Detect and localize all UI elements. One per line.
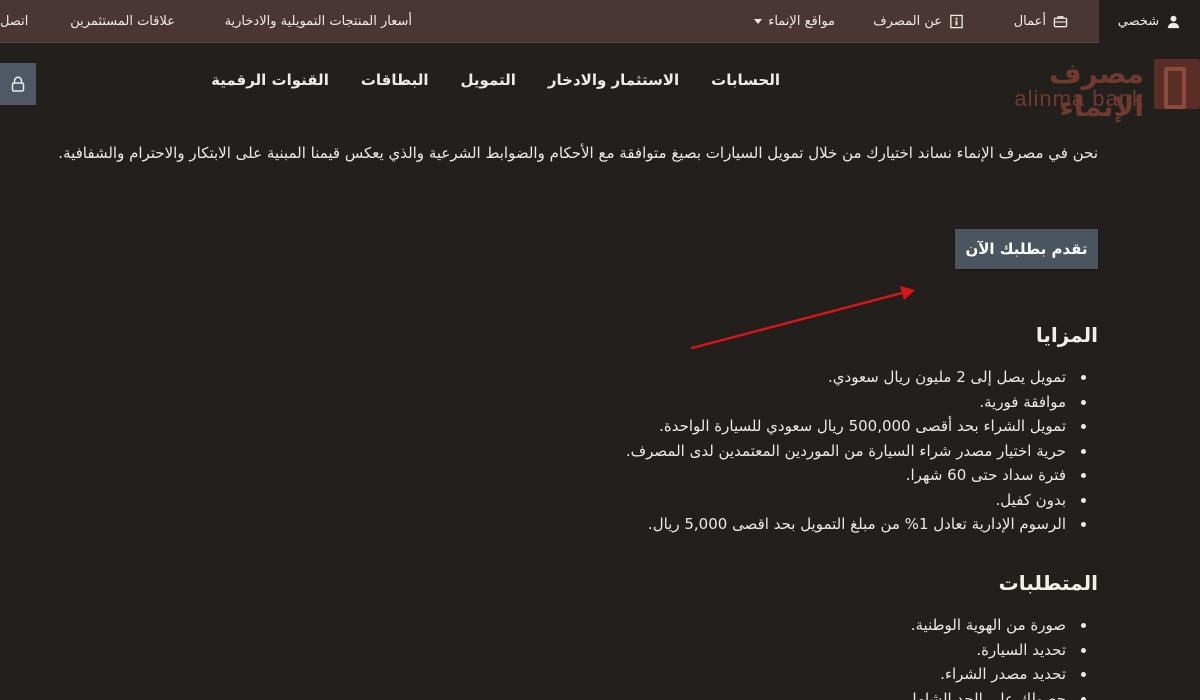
top-link-prices[interactable]: أسعار المنتجات التمويلية والادخارية [225, 0, 412, 42]
top-link-contact-label: اتصل [0, 13, 29, 29]
main-nav: الحسابات الاستثمار والادخار التمويل البط… [211, 71, 780, 89]
top-link-about-label: عن المصرف [873, 13, 942, 29]
requirements-heading: المتطلبات [998, 571, 1098, 595]
top-link-personal-label: شخصي [1117, 14, 1160, 29]
nav-item-digital-channels[interactable]: القنوات الرقمية [211, 71, 329, 89]
list-item: تحديد مصدر الشراء. [901, 662, 1087, 687]
intro-paragraph: نحن في مصرف الإنماء نساند اختيارك من خلا… [58, 144, 1098, 162]
red-arrow-annotation [690, 286, 915, 350]
lock-icon [11, 76, 25, 92]
list-item: فترة سداد حتى 60 شهرا. [626, 463, 1087, 488]
top-link-personal[interactable]: شخصي [1099, 0, 1200, 43]
nav-item-accounts[interactable]: الحسابات [711, 71, 780, 89]
top-link-investor-relations-label: علاقات المستثمرين [70, 13, 175, 29]
list-item: حرية اختيار مصدر شراء السيارة من الموردي… [626, 439, 1087, 464]
user-icon [1165, 14, 1181, 30]
list-item: تحديد السيارة. [901, 638, 1087, 663]
list-item: تمويل يصل إلى 2 مليون ريال سعودي. [626, 365, 1087, 390]
features-heading: المزايا [1035, 323, 1098, 347]
nav-item-cards[interactable]: البطاقات [361, 71, 429, 89]
top-link-business-label: أعمال [1013, 13, 1046, 29]
top-link-business[interactable]: أعمال [1014, 0, 1068, 42]
list-item: موافقة فورية. [626, 390, 1087, 415]
list-item: تمويل الشراء بحد أقصى 500,000 ريال سعودي… [626, 414, 1087, 439]
info-box-icon [948, 13, 964, 29]
chevron-down-icon [754, 18, 763, 24]
top-link-investor-relations[interactable]: علاقات المستثمرين [70, 0, 175, 42]
top-link-contact[interactable]: اتصل [0, 0, 28, 42]
features-list: تمويل يصل إلى 2 مليون ريال سعودي. موافقة… [626, 365, 1087, 537]
list-item: حصولك على الحد الشامل. [901, 687, 1087, 700]
requirements-list: صورة من الهوية الوطنية. تحديد السيارة. ت… [901, 613, 1087, 700]
header: مصرف الإنماء alinma bank الحسابات الاستث… [0, 43, 1200, 126]
nav-item-financing[interactable]: التمويل [461, 71, 516, 89]
apply-now-button[interactable]: تقدم بطلبك الآن [955, 229, 1098, 269]
nav-item-investment[interactable]: الاستثمار والادخار [548, 71, 679, 89]
list-item: بدون كفيل. [626, 488, 1087, 513]
top-link-alinma-sites[interactable]: مواقع الإنماء [754, 0, 835, 42]
logo-mark-icon [1154, 59, 1200, 109]
alinma-logo[interactable]: مصرف الإنماء alinma bank [995, 57, 1200, 123]
top-link-alinma-sites-label: مواقع الإنماء [768, 13, 835, 29]
list-item: الرسوم الإدارية تعادل 1% من مبلغ التمويل… [626, 512, 1087, 537]
top-link-prices-label: أسعار المنتجات التمويلية والادخارية [224, 13, 412, 29]
login-button[interactable] [0, 63, 36, 105]
top-bar: شخصي أعمال عن المصرف مواقع الإنماء أسعار… [0, 0, 1200, 43]
logo-english-text: alinma bank [1014, 86, 1144, 111]
page: شخصي أعمال عن المصرف مواقع الإنماء أسعار… [0, 0, 1200, 700]
list-item: صورة من الهوية الوطنية. [901, 613, 1087, 638]
briefcase-icon [1052, 13, 1068, 29]
top-link-about[interactable]: عن المصرف [873, 0, 964, 42]
